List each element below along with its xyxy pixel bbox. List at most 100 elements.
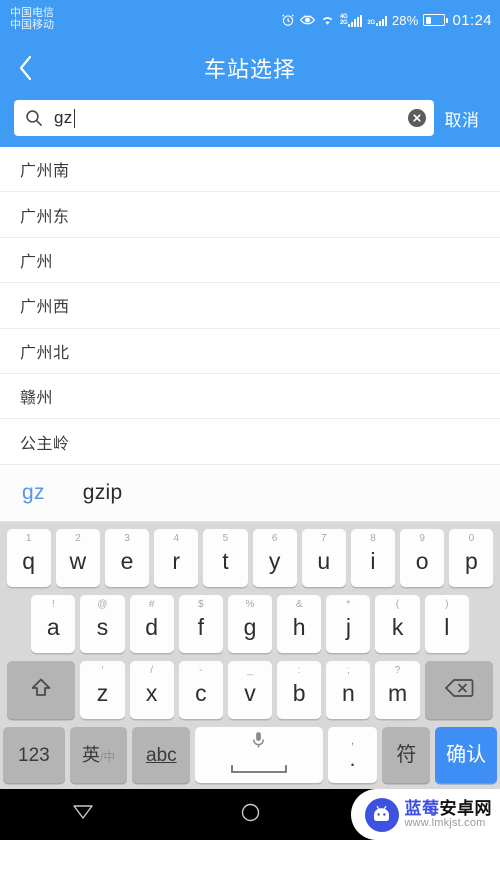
- keyboard-row-2: ! a @ s # d $ f % g & h * j (k ) l: [3, 595, 497, 653]
- enter-confirm-key[interactable]: 确认: [435, 727, 497, 783]
- list-item[interactable]: 广州南: [0, 147, 500, 193]
- nav-back-button[interactable]: [0, 803, 167, 826]
- key-o[interactable]: 9o: [400, 529, 445, 587]
- key-p[interactable]: 0p: [449, 529, 494, 587]
- key-q[interactable]: 1q: [6, 529, 51, 587]
- key-hint: 3: [124, 533, 130, 544]
- abc-mode-key[interactable]: abc: [132, 727, 191, 783]
- key-label: f: [197, 613, 204, 640]
- key-hint: 5: [222, 533, 229, 544]
- key-label: n: [341, 679, 355, 706]
- key-hint: 7: [321, 533, 327, 544]
- watermark-brand-blue: 蓝莓: [404, 798, 440, 818]
- nav-home-button[interactable]: [167, 803, 334, 827]
- key-label: abc: [146, 744, 177, 766]
- key-label: o: [415, 547, 429, 574]
- key-hint: 4: [173, 533, 179, 544]
- symbols-key[interactable]: 符: [382, 727, 431, 783]
- key-hint: %: [245, 599, 255, 610]
- punctuation-key[interactable]: , .: [327, 727, 378, 783]
- list-item[interactable]: 赣州: [0, 373, 500, 420]
- key-l[interactable]: ) l: [424, 595, 469, 653]
- key-d[interactable]: # d: [129, 595, 174, 653]
- key-label: g: [243, 613, 257, 640]
- wifi-icon: [320, 14, 335, 26]
- candidate-item[interactable]: gzip: [83, 481, 123, 505]
- carrier-secondary: 中国移动: [10, 19, 54, 31]
- key-label: m: [387, 679, 408, 706]
- key-a[interactable]: ! a: [31, 595, 76, 653]
- key-t[interactable]: 5t: [203, 529, 248, 587]
- status-icons: 4G 2G 2G 28% 01:24: [281, 12, 492, 29]
- search-input-value: gz: [54, 108, 73, 127]
- key-z[interactable]: ' z: [80, 661, 125, 719]
- key-n[interactable]: ; n: [326, 661, 371, 719]
- key-hint: &: [295, 599, 303, 610]
- key-label: 确认: [446, 744, 487, 766]
- clear-icon[interactable]: [408, 109, 426, 127]
- list-item[interactable]: 广州北: [0, 328, 500, 374]
- list-item[interactable]: 广州东: [0, 192, 500, 238]
- candidate-item-selected[interactable]: gz: [22, 481, 45, 505]
- key-label: a: [46, 613, 60, 640]
- key-r[interactable]: 4r: [154, 529, 199, 587]
- space-bracket-icon: [230, 758, 288, 780]
- key-s[interactable]: @ s: [80, 595, 125, 653]
- status-bar: 中国电信 中国移动 4G 2G 2G 28% 01:24: [0, 0, 500, 40]
- search-input[interactable]: gz: [14, 100, 434, 136]
- microphone-icon: [252, 731, 265, 756]
- key-w[interactable]: 2w: [55, 529, 100, 587]
- key-m[interactable]: ? m: [375, 661, 420, 719]
- key-b[interactable]: :b: [277, 661, 322, 719]
- key-e[interactable]: 3e: [104, 529, 150, 587]
- signal-4g-2g-icon: 4G 2G: [340, 14, 363, 27]
- site-watermark: 蓝莓安卓网 www.lmkjst.com: [350, 789, 500, 840]
- shift-key[interactable]: [7, 661, 76, 719]
- key-hint: #: [148, 599, 155, 610]
- watermark-url: www.lmkjst.com: [404, 816, 486, 829]
- key-label: .: [349, 746, 356, 771]
- alarm-icon: [281, 13, 295, 27]
- key-label: i: [370, 547, 376, 574]
- list-item[interactable]: 广州: [0, 237, 500, 284]
- key-hint: -: [199, 665, 203, 676]
- language-toggle-key[interactable]: 英/中: [69, 727, 128, 783]
- keyboard-row-4: 123 英/中 abc , . 符 确认: [3, 727, 497, 783]
- space-key[interactable]: [195, 727, 323, 783]
- key-k[interactable]: (k: [375, 595, 420, 653]
- key-h[interactable]: & h: [277, 595, 322, 653]
- key-hint: ;: [346, 665, 350, 676]
- numeric-mode-key[interactable]: 123: [3, 727, 65, 783]
- signal-label-bottom: 2G: [340, 20, 348, 26]
- key-i[interactable]: 8i: [350, 529, 396, 587]
- key-label: h: [292, 613, 306, 640]
- key-g[interactable]: % g: [227, 595, 273, 653]
- key-label: y: [268, 547, 281, 574]
- key-v[interactable]: _ v: [227, 661, 273, 719]
- app-root: 中国电信 中国移动 4G 2G 2G 28% 01:24 车站选择 gz 取消 …: [0, 0, 500, 889]
- key-f[interactable]: $ f: [178, 595, 223, 653]
- key-hint: ): [445, 599, 449, 610]
- key-c[interactable]: -c: [178, 661, 223, 719]
- list-item[interactable]: 公主岭: [0, 419, 500, 465]
- backspace-key[interactable]: [424, 661, 493, 719]
- nav-home-circle-icon: [241, 803, 260, 827]
- cancel-button[interactable]: 取消: [434, 106, 490, 131]
- key-label: c: [195, 679, 207, 706]
- backspace-icon: [444, 677, 474, 704]
- key-x[interactable]: / x: [129, 661, 174, 719]
- list-item[interactable]: 广州西: [0, 283, 500, 329]
- key-y[interactable]: 6y: [252, 529, 297, 587]
- key-hint: 6: [271, 533, 278, 544]
- key-label: t: [222, 547, 229, 574]
- key-hint: 0: [468, 533, 475, 544]
- key-label: u: [317, 547, 331, 574]
- ime-candidate-bar: gz gzip: [0, 465, 500, 522]
- back-button[interactable]: [0, 40, 52, 95]
- key-hint: !: [51, 599, 55, 610]
- key-hint: ?: [394, 665, 401, 676]
- key-j[interactable]: * j: [326, 595, 371, 653]
- search-icon: [25, 109, 43, 127]
- key-label: b: [292, 679, 306, 706]
- key-u[interactable]: 7u: [301, 529, 346, 587]
